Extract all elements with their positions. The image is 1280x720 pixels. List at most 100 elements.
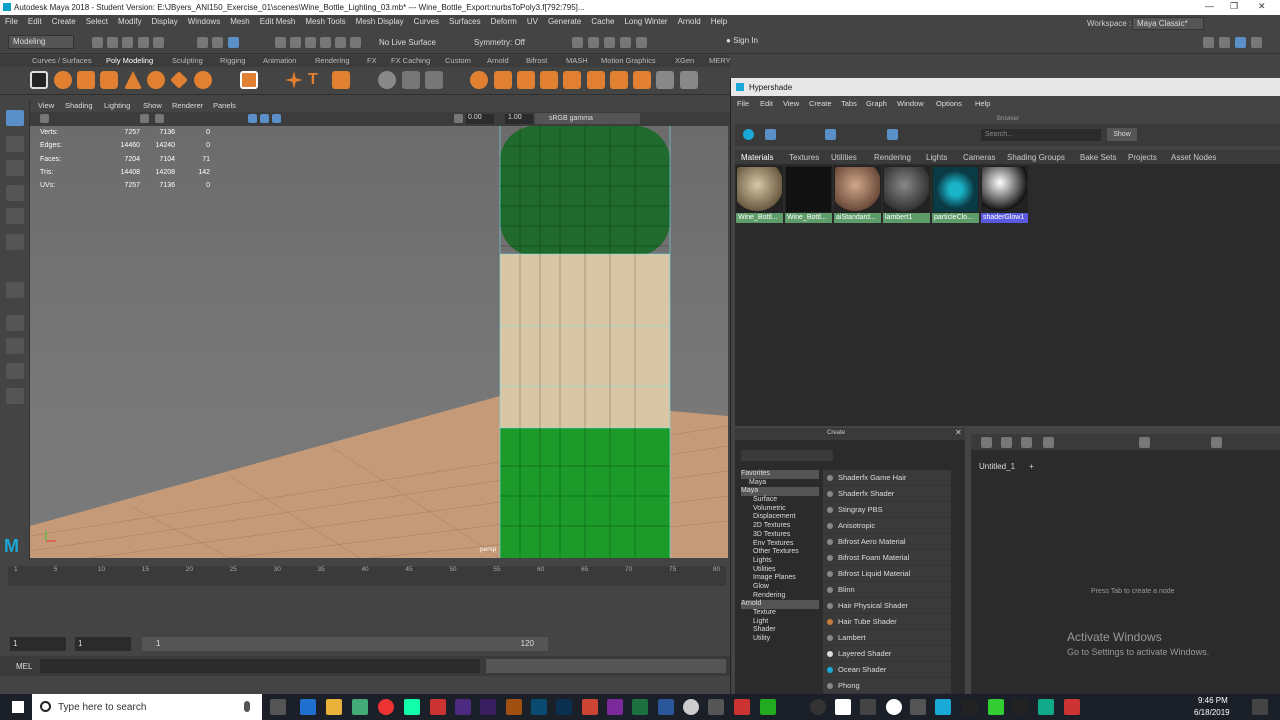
- app-icon[interactable]: [734, 699, 750, 715]
- tree-item[interactable]: Other Textures: [741, 548, 819, 557]
- material-swatch[interactable]: Wine_Bottl...: [736, 166, 783, 223]
- audition-icon[interactable]: [531, 699, 547, 715]
- uv-editor-icon[interactable]: [656, 71, 674, 89]
- hypershade-titlebar[interactable]: Hypershade: [731, 78, 1280, 96]
- shelf-tab-xgen[interactable]: XGen: [675, 56, 694, 65]
- create-node-item[interactable]: Bifrost Liquid Material: [823, 566, 951, 582]
- after-effects-icon[interactable]: [455, 699, 471, 715]
- tree-item[interactable]: Light: [741, 618, 819, 627]
- shelf-tab-custom[interactable]: Custom: [445, 56, 471, 65]
- maya-taskbar-icon[interactable]: [935, 699, 951, 715]
- shelf-tab-sculpting[interactable]: Sculpting: [172, 56, 203, 65]
- poly-sphere-icon[interactable]: [30, 71, 48, 89]
- combine-icon[interactable]: [378, 71, 396, 89]
- create-node-item[interactable]: Blinn: [823, 582, 951, 598]
- create-node-item[interactable]: Bifrost Aero Material: [823, 534, 951, 550]
- browser-tab-cameras[interactable]: Cameras: [963, 153, 995, 162]
- tree-item[interactable]: Image Planes: [741, 574, 819, 583]
- browser-tab-utilities[interactable]: Utilities: [831, 153, 857, 162]
- graph-add-tab[interactable]: +: [1029, 462, 1034, 471]
- time-slider[interactable]: 1 5 10 15 20 25 30 35 40 45 50 55 60 65 70 75 80: [0, 560, 730, 634]
- undo-icon[interactable]: [138, 37, 149, 48]
- material-swatch[interactable]: particleClo...: [932, 166, 979, 223]
- layout-icon[interactable]: [1139, 437, 1150, 448]
- photoshop-icon[interactable]: [556, 699, 572, 715]
- app-icon[interactable]: [430, 699, 446, 715]
- store-icon[interactable]: [352, 699, 368, 715]
- bevel-icon[interactable]: [563, 71, 581, 89]
- mel-label[interactable]: MEL: [16, 662, 32, 671]
- app-icon[interactable]: [988, 699, 1004, 715]
- powerpoint-icon[interactable]: [582, 699, 598, 715]
- tree-item[interactable]: Lights: [741, 557, 819, 566]
- unreal-icon[interactable]: [1012, 699, 1028, 715]
- poly-cube-icon[interactable]: [77, 71, 95, 89]
- paint-select-icon[interactable]: [6, 160, 24, 176]
- hypershade-icon[interactable]: [620, 37, 631, 48]
- lights-icon[interactable]: [272, 114, 281, 123]
- save-scene-icon[interactable]: [122, 37, 133, 48]
- tree-item[interactable]: Glow: [741, 583, 819, 592]
- tool-settings-icon[interactable]: [1251, 37, 1262, 48]
- app-icon[interactable]: [708, 699, 724, 715]
- tree-item[interactable]: Arnold: [741, 600, 819, 609]
- close-button[interactable]: ✕: [1258, 1, 1266, 12]
- command-input[interactable]: [40, 659, 480, 673]
- browser-tab-textures[interactable]: Textures: [789, 153, 819, 162]
- create-node-item[interactable]: Phong: [823, 678, 951, 694]
- gamma-field[interactable]: 1.00: [505, 114, 533, 124]
- graph-output-icon[interactable]: [1001, 437, 1012, 448]
- single-pane-icon[interactable]: [6, 282, 24, 298]
- tree-item[interactable]: Surface: [741, 496, 819, 505]
- excel-icon[interactable]: [632, 699, 648, 715]
- poly-cone-icon[interactable]: [124, 71, 142, 89]
- premiere-icon[interactable]: [480, 699, 496, 715]
- tree-item[interactable]: 2D Textures: [741, 522, 819, 531]
- shelf-tab-mery[interactable]: MERY: [709, 56, 731, 65]
- smooth-icon[interactable]: [425, 71, 443, 89]
- create-close-icon[interactable]: ✕: [955, 428, 962, 437]
- create-node-item[interactable]: Ocean Shader: [823, 662, 951, 678]
- live-surface-label[interactable]: No Live Surface: [379, 38, 436, 47]
- attribute-editor-icon[interactable]: [1219, 37, 1230, 48]
- notifications-icon[interactable]: [1252, 699, 1268, 715]
- boolean-icon[interactable]: [470, 71, 488, 89]
- list-layout-icon[interactable]: [6, 388, 24, 404]
- start-windows-icon[interactable]: [12, 701, 24, 713]
- textured-icon[interactable]: [260, 114, 269, 123]
- snap-grid-icon[interactable]: [275, 37, 286, 48]
- poly-disc-icon[interactable]: [194, 71, 212, 89]
- chrome-icon[interactable]: [378, 699, 394, 715]
- browser-tab-materials[interactable]: Materials: [741, 153, 773, 162]
- shelf-tab-animation[interactable]: Animation: [263, 56, 296, 65]
- hs-menu-help[interactable]: Help: [975, 99, 990, 108]
- task-view-icon[interactable]: [270, 699, 286, 715]
- browser-tab-bake-sets[interactable]: Bake Sets: [1080, 153, 1116, 162]
- node-editor[interactable]: Untitled_1 + Press Tab to create a node …: [971, 450, 1280, 694]
- sort-icon[interactable]: [887, 129, 898, 140]
- material-swatch[interactable]: Wine_Bottl...: [785, 166, 832, 223]
- file-explorer-icon[interactable]: [326, 699, 342, 715]
- tree-item[interactable]: Favorites: [741, 470, 819, 479]
- tree-item[interactable]: Texture: [741, 609, 819, 618]
- hs-menu-file[interactable]: File: [737, 99, 749, 108]
- onenote-icon[interactable]: [607, 699, 623, 715]
- poly-torus-icon[interactable]: [147, 71, 165, 89]
- browser-show-button[interactable]: Show: [1107, 128, 1137, 141]
- app-icon[interactable]: [683, 699, 699, 715]
- render-frame-icon[interactable]: [572, 37, 583, 48]
- ipr-render-icon[interactable]: [588, 37, 599, 48]
- menu-modify[interactable]: Modify: [113, 15, 147, 29]
- snap-curve-icon[interactable]: [290, 37, 301, 48]
- perspective-viewport[interactable]: Verts: 7257 7136 0 Edges: 14460 14240 0 Faces:…: [30, 126, 728, 558]
- tree-item[interactable]: 3D Textures: [741, 531, 819, 540]
- tree-item[interactable]: Volumetric: [741, 505, 819, 514]
- graph-tab[interactable]: Untitled_1: [979, 462, 1015, 471]
- snap-point-icon[interactable]: [305, 37, 316, 48]
- layout-grid-icon[interactable]: [6, 338, 24, 354]
- tree-item[interactable]: Maya: [741, 479, 819, 488]
- taskbar-search[interactable]: Type here to search: [32, 694, 262, 720]
- shelf-tab-arnold[interactable]: Arnold: [487, 56, 509, 65]
- app-icon[interactable]: [810, 699, 826, 715]
- create-node-item[interactable]: Stingray PBS: [823, 502, 951, 518]
